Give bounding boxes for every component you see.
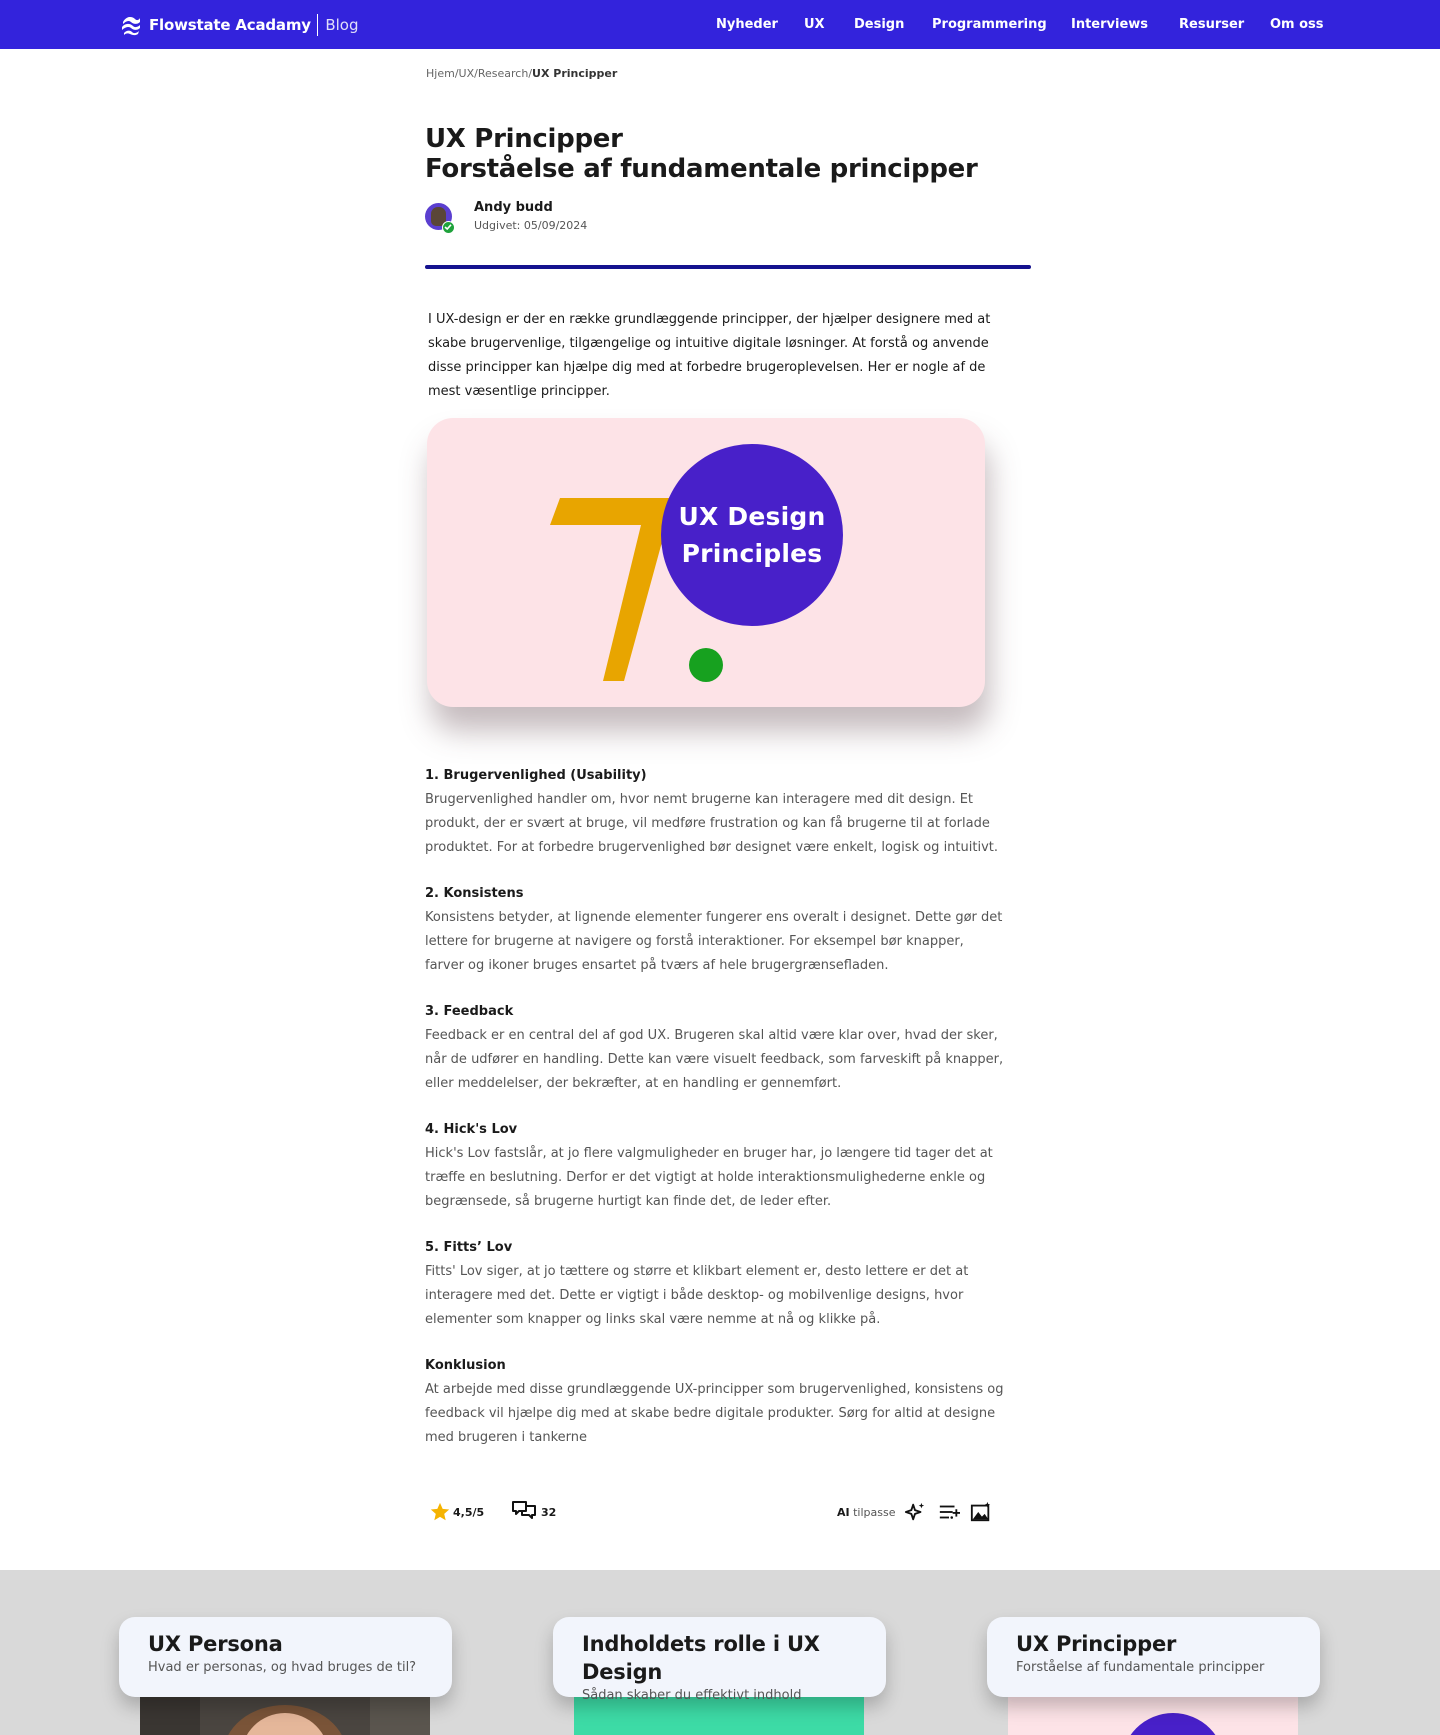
comment-count: 32 — [541, 1505, 557, 1519]
section-heading: 4. Hick's Lov — [425, 1122, 518, 1137]
main-nav: Nyheder UX Design Programmering Intervie… — [0, 17, 1440, 37]
comments-icon — [512, 1501, 536, 1519]
card-subtitle: Sådan skaber du effektivt indhold — [582, 1688, 802, 1703]
nav-item-programmering[interactable]: Programmering — [932, 17, 1047, 32]
card-subtitle: Forståelse af fundamentale principper — [1016, 1660, 1265, 1675]
card-title: UX Persona — [148, 1632, 283, 1656]
ai-prefix: AI — [837, 1505, 850, 1519]
hero-number-seven — [550, 498, 674, 681]
related-articles: UX Persona Hvad er personas, og hvad bru… — [0, 1570, 1440, 1735]
page-title-line-2: Forståelse af fundamentale principper — [425, 154, 978, 184]
breadcrumb: Hjem/UX/Research/UX Principper — [426, 67, 617, 80]
nav-item-nyheder[interactable]: Nyheder — [716, 17, 778, 32]
related-card-content-role[interactable]: Indholdets rolle i UX Design Sådan skabe… — [553, 1617, 886, 1735]
section-heading: Konklusion — [425, 1358, 506, 1373]
text-settings-icon — [939, 1505, 960, 1519]
hero-image: UX Design Principles — [427, 418, 985, 707]
section-heading: 2. Konsistens — [425, 886, 524, 901]
author-name[interactable]: Andy budd — [474, 200, 553, 215]
section-conclusion: Konklusion At arbejde med disse grundlæg… — [425, 1356, 1005, 1450]
section-body: At arbejde med disse grundlæggende UX-pr… — [425, 1382, 1004, 1445]
nav-item-resurser[interactable]: Resurser — [1179, 17, 1244, 32]
star-icon — [430, 1502, 450, 1521]
card-header: UX Persona Hvad er personas, og hvad bru… — [119, 1617, 452, 1697]
card-image-persona — [140, 1695, 430, 1735]
section-feedback: 3. Feedback Feedback er en central del a… — [425, 1002, 1005, 1096]
card-header: Indholdets rolle i UX Design Sådan skabe… — [553, 1617, 886, 1703]
comments-button[interactable]: 32 — [511, 1497, 556, 1527]
nav-item-design[interactable]: Design — [854, 17, 904, 32]
top-navigation-bar: Flowstate Acadamy Blog Nyheder UX Design… — [0, 0, 1440, 49]
section-heading: 3. Feedback — [425, 1004, 514, 1019]
rating-button[interactable]: 4,5/5 — [429, 1497, 484, 1527]
publish-date: Udgivet: 05/09/2024 — [474, 219, 588, 232]
card-title: UX Principper — [1016, 1632, 1177, 1656]
author-avatar[interactable] — [425, 203, 455, 234]
verified-badge-icon — [442, 221, 455, 234]
adjust-text-button[interactable] — [938, 1501, 960, 1523]
card-title: Indholdets rolle i UX Design — [582, 1632, 820, 1684]
rating-value: 4,5/5 — [453, 1505, 485, 1519]
page-title-line-1: UX Principper — [425, 124, 623, 154]
ai-label-text: tilpasse — [853, 1505, 896, 1519]
section-consistency: 2. Konsistens Konsistens betyder, at lig… — [425, 884, 1005, 978]
hero-green-dot — [689, 648, 723, 682]
article-actions: 4,5/5 32 AI tilpasse — [425, 1497, 1005, 1527]
related-card-ux-principles[interactable]: UX Principper Forståelse af fundamentale… — [987, 1617, 1320, 1735]
nav-item-om-oss[interactable]: Om oss — [1270, 17, 1324, 32]
section-usability: 1. Brugervenlighed (Usability) Brugerven… — [425, 766, 1005, 860]
card-header: UX Principper Forståelse af fundamentale… — [987, 1617, 1320, 1697]
section-hicks-law: 4. Hick's Lov Hick's Lov fastslår, at jo… — [425, 1120, 1005, 1214]
image-generate-button[interactable] — [970, 1501, 992, 1523]
ai-customize-button[interactable]: AI tilpasse — [837, 1497, 896, 1527]
section-heading: 1. Brugervenlighed (Usability) — [425, 768, 647, 783]
section-heading: 5. Fitts’ Lov — [425, 1240, 513, 1255]
section-fitts-law: 5. Fitts’ Lov Fitts' Lov siger, at jo tæ… — [425, 1238, 1005, 1332]
article-intro: I UX-design er der en række grundlæggend… — [428, 312, 991, 399]
ai-customize-label: AI tilpasse — [837, 1506, 896, 1519]
breadcrumb-item-ux[interactable]: UX — [459, 67, 475, 80]
section-body: Brugervenlighed handler om, hvor nemt br… — [425, 792, 998, 855]
article-sections: 1. Brugervenlighed (Usability) Brugerven… — [425, 766, 1005, 1474]
nav-item-ux[interactable]: UX — [804, 17, 825, 32]
breadcrumb-item-research[interactable]: Research — [478, 67, 528, 80]
title-divider — [425, 265, 1031, 269]
sparkle-icon — [904, 1502, 925, 1521]
section-body: Hick's Lov fastslår, at jo flere valgmul… — [425, 1146, 993, 1209]
card-image-principles — [1008, 1695, 1298, 1735]
page-title: UX Principper Forståelse af fundamentale… — [425, 124, 978, 184]
section-body: Fitts' Lov siger, at jo tættere og størr… — [425, 1264, 969, 1327]
related-card-ux-persona[interactable]: UX Persona Hvad er personas, og hvad bru… — [119, 1617, 452, 1735]
hero-text-line-2: Principles — [681, 539, 823, 568]
ai-sparkle-button[interactable] — [904, 1501, 926, 1523]
breadcrumb-current: UX Principper — [532, 67, 618, 80]
card-subtitle: Hvad er personas, og hvad bruges de til? — [148, 1660, 417, 1675]
nav-item-interviews[interactable]: Interviews — [1071, 17, 1148, 32]
section-body: Feedback er en central del af god UX. Br… — [425, 1028, 1004, 1091]
breadcrumb-item-home[interactable]: Hjem — [426, 67, 455, 80]
image-sparkle-icon — [970, 1501, 991, 1522]
hero-badge-circle: UX Design Principles — [661, 444, 843, 626]
hero-text-line-1: UX Design — [678, 502, 826, 531]
section-body: Konsistens betyder, at lignende elemente… — [425, 910, 1003, 973]
